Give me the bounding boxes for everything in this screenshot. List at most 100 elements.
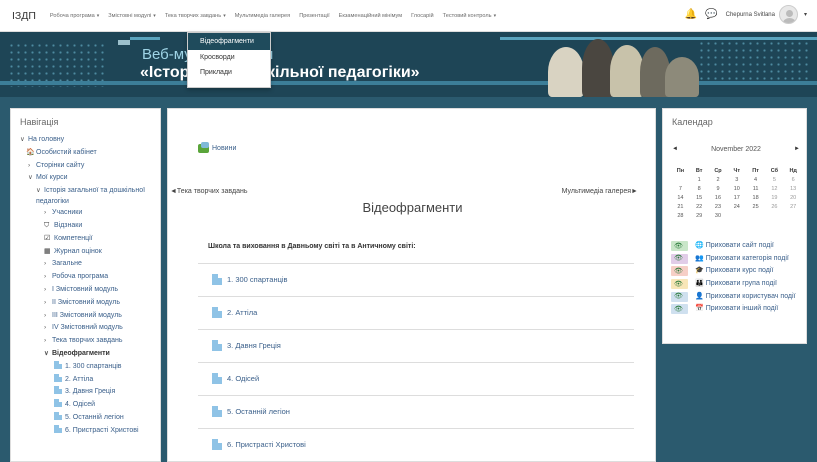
nav-item[interactable]: 1. 300 спартанців (11, 360, 160, 374)
nav-item[interactable]: › ІІІ Змістовний модуль (11, 310, 160, 323)
calendar-day[interactable]: 13 (784, 185, 803, 194)
calendar-day[interactable]: 28 (671, 212, 690, 221)
calendar-day[interactable]: 11 (746, 185, 765, 194)
activity-item[interactable]: 6. Пристрасті Христові (198, 428, 634, 460)
calendar-day[interactable]: 23 (709, 203, 728, 212)
calendar-day[interactable]: 15 (690, 194, 709, 203)
top-menu-item[interactable]: Екзаменаційний мінімум (339, 13, 402, 19)
calendar-day[interactable]: 10 (727, 185, 746, 194)
event-type-icon: 🌐 (695, 242, 704, 249)
chat-icon[interactable]: 💬 (705, 9, 717, 20)
calendar-day[interactable]: 30 (709, 212, 728, 221)
event-type-icon: 👥 (695, 255, 704, 262)
calendar-day[interactable]: 24 (727, 203, 746, 212)
nav-item[interactable]: › І Змістовний модуль (11, 284, 160, 297)
calendar-day (765, 212, 784, 221)
calendar-day[interactable]: 8 (690, 185, 709, 194)
calendar-day[interactable]: 26 (765, 203, 784, 212)
nav-item[interactable]: ∨ Відеофрагменти (11, 348, 160, 361)
calendar-day[interactable]: 19 (765, 194, 784, 203)
nav-item[interactable]: ☑ Компетенції (11, 233, 160, 246)
calendar-day[interactable]: 4 (746, 176, 765, 185)
calendar-day[interactable]: 17 (727, 194, 746, 203)
prev-activity-link[interactable]: ◄Тека творчих завдань (170, 188, 247, 195)
nav-item[interactable]: 2. Аттіла (11, 373, 160, 387)
nav-item[interactable]: 3. Давня Греція (11, 386, 160, 399)
calendar-day[interactable]: 9 (709, 185, 728, 194)
activity-item[interactable]: 1. 300 спартанців (198, 263, 634, 295)
nav-item[interactable]: ⛉ Відзнаки (11, 220, 160, 233)
calendar-day[interactable]: 3 (727, 176, 746, 185)
activity-item[interactable]: 3. Давня Греція (198, 329, 634, 361)
activity-item[interactable]: 5. Останній легіон (198, 395, 634, 427)
calendar-day[interactable]: 5 (765, 176, 784, 185)
nav-item[interactable]: 6. Пристрасті Христові (11, 424, 160, 438)
nav-item-label: Компетенції (54, 234, 93, 242)
calendar-event-toggle[interactable]: 👁 🌐 Приховати сайт події (671, 239, 806, 252)
dropdown-item[interactable]: Кросворди (188, 50, 270, 65)
next-month-button[interactable]: ► (794, 146, 800, 152)
next-activity-link[interactable]: Мультимедіа галерея► (562, 188, 638, 195)
nav-item-icon: 🏠 (26, 148, 35, 156)
top-menu-item[interactable]: Мультимедіа галерея (235, 13, 290, 19)
calendar-day[interactable]: 18 (746, 194, 765, 203)
nav-item[interactable]: › Тека творчих завдань (11, 335, 160, 348)
activity-label: 1. 300 спартанців (227, 275, 288, 284)
top-menu-item[interactable]: Презентації (299, 13, 329, 19)
top-menu-item[interactable]: Робоча програма ▾ (50, 13, 99, 19)
nav-item[interactable]: ▦ Журнал оцінок (11, 246, 160, 259)
calendar-day[interactable]: 20 (784, 194, 803, 203)
top-menu-item[interactable]: Тека творчих завдань ▾ (165, 13, 226, 19)
calendar-event-toggle[interactable]: 👁 👥 Приховати категорія події (671, 252, 806, 264)
calendar-day[interactable]: 1 (690, 176, 709, 185)
calendar-event-toggle[interactable]: 👁 👪 Приховати група події (671, 277, 806, 290)
calendar-day[interactable]: 27 (784, 203, 803, 212)
calendar-event-toggle[interactable]: 👁 🎓 Приховати курс події (671, 264, 806, 277)
nav-item[interactable]: › Сторінки сайту (11, 160, 160, 173)
avatar[interactable] (778, 5, 798, 24)
calendar-day[interactable]: 25 (746, 203, 765, 212)
calendar-day[interactable]: 16 (709, 194, 728, 203)
file-icon (212, 373, 222, 384)
bell-icon[interactable]: 🔔 (685, 9, 697, 20)
calendar-day[interactable]: 7 (671, 185, 690, 194)
dropdown-item[interactable]: Приклади (188, 65, 270, 80)
activity-item[interactable]: 4. Одісей (198, 362, 634, 394)
calendar-event-toggle[interactable]: 👁 👤 Приховати користувач події (671, 290, 806, 302)
top-navbar: ІЗДП Робоча програма ▾ Змістовні модулі ▾ Те… (0, 0, 817, 32)
chevron-down-icon: ▾ (493, 12, 497, 19)
calendar-day[interactable]: 21 (671, 203, 690, 212)
top-menu-item[interactable]: Глосарій (411, 13, 434, 19)
site-brand[interactable]: ІЗДП (12, 10, 36, 22)
nav-item[interactable]: 🏠Особистий кабінет (11, 147, 160, 160)
nav-item[interactable]: ∨ Історія загальної та дошкільної педагог… (11, 185, 160, 207)
top-menu-item[interactable]: Тестовий контроль ▾ (443, 13, 496, 19)
calendar-day[interactable]: 14 (671, 194, 690, 203)
calendar-day[interactable]: 29 (690, 212, 709, 221)
top-menu-item[interactable]: Змістовні модулі ▾ (108, 13, 156, 19)
nav-item[interactable]: › IV Змістовний модуль (11, 322, 160, 335)
calendar-event-toggle[interactable]: 👁 📅 Приховати інший події (671, 302, 806, 315)
nav-item[interactable]: › Робоча програма (11, 271, 160, 284)
nav-item[interactable]: 4. Одісей (11, 399, 160, 412)
nav-item[interactable]: ∨ Мої курси (11, 172, 160, 185)
activity-item[interactable]: 2. Аттіла (198, 296, 634, 328)
calendar-day[interactable]: 6 (784, 176, 803, 185)
dropdown-item[interactable]: Відеофрагменти (188, 33, 270, 50)
chevron-down-icon: ▾ (223, 12, 226, 19)
calendar-month: November 2022 (711, 146, 761, 153)
user-menu-caret-icon[interactable]: ▾ (804, 11, 807, 18)
nav-item[interactable]: ∨ На головну (11, 134, 160, 147)
nav-item-label: Особистий кабінет (36, 148, 97, 156)
file-icon (212, 439, 222, 450)
calendar-day[interactable]: 12 (765, 185, 784, 194)
calendar-day (727, 212, 746, 221)
calendar-day[interactable]: 2 (709, 176, 728, 185)
nav-item[interactable]: 5. Останній легіон (11, 411, 160, 425)
nav-item[interactable]: › ІІ Змістовний модуль (11, 297, 160, 310)
user-name[interactable]: Chepurna Svitlana (726, 12, 775, 18)
nav-item[interactable]: › Загальне (11, 258, 160, 271)
nav-item[interactable]: › Учасники (11, 207, 160, 220)
news-forum-link[interactable]: Новини (198, 142, 236, 153)
calendar-day[interactable]: 22 (690, 203, 709, 212)
